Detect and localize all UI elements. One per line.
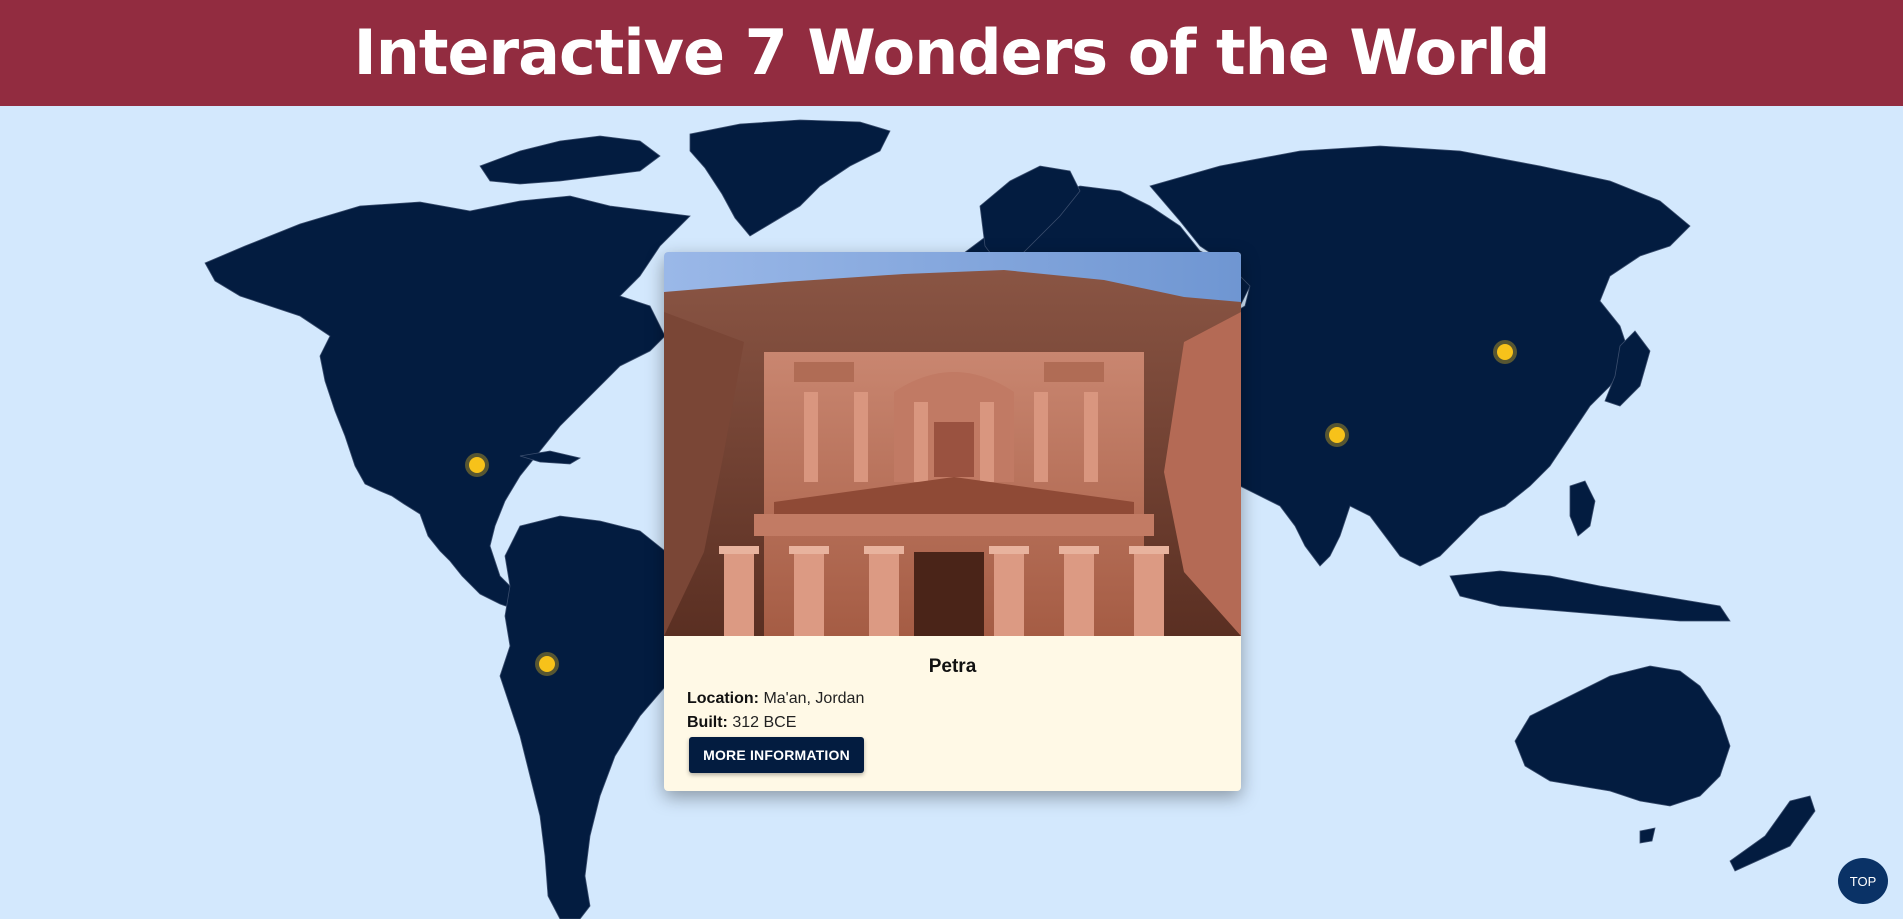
page-title: Interactive 7 Wonders of the World [353,16,1551,89]
indonesia-landmass [1449,570,1731,622]
built-label: Built: [687,714,728,731]
new-zealand-landmass [1729,795,1816,872]
wonder-popup-card: Petra Location: Ma'an, Jordan Built: 312… [664,252,1241,791]
back-to-top-button[interactable]: TOP [1838,858,1888,904]
tasmania-landmass [1639,827,1656,844]
wonder-built: Built: 312 BCE [687,714,796,732]
petra-photo [664,252,1241,636]
greenland-landmass [689,119,891,237]
more-information-button[interactable]: MORE INFORMATION [689,737,864,773]
marker-machu-picchu[interactable] [539,656,555,672]
australia-landmass [1514,665,1731,807]
location-label: Location: [687,690,759,707]
page-header: Interactive 7 Wonders of the World [0,0,1903,106]
philippines-landmass [1569,480,1596,537]
wonder-location: Location: Ma'an, Jordan [687,690,864,708]
location-value: Ma'an, Jordan [763,690,865,707]
wonder-title: Petra [928,656,977,677]
marker-taj-mahal[interactable] [1329,427,1345,443]
built-value: 312 BCE [732,714,797,731]
marker-great-wall[interactable] [1497,344,1513,360]
arctic-islands [479,135,661,185]
marker-chichen-itza[interactable] [469,457,485,473]
